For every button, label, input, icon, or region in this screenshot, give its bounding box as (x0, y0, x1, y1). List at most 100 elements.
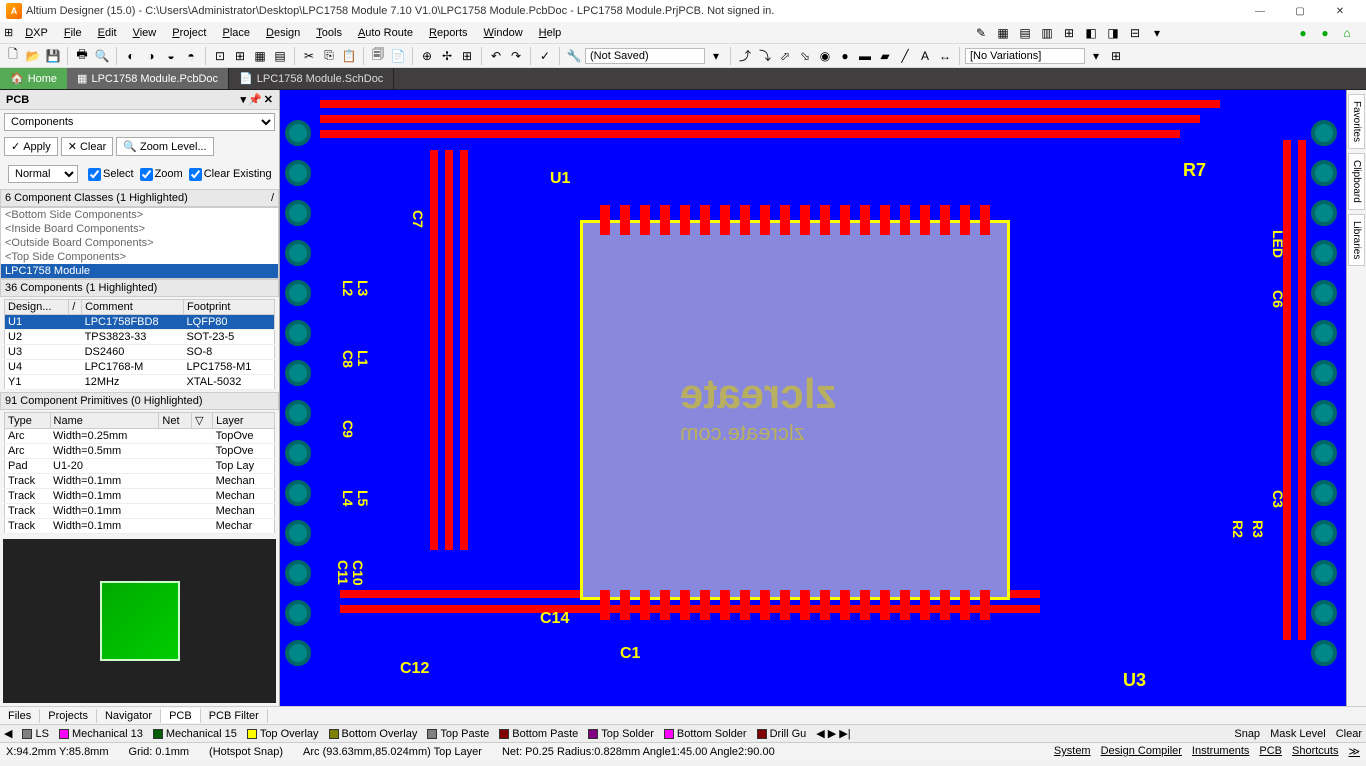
home-tab[interactable]: 🏠 Home (0, 68, 67, 89)
close-panel-icon[interactable]: ✕ (264, 93, 273, 106)
menu-tools[interactable]: Tools (308, 25, 350, 41)
layer-item[interactable]: Top Overlay (247, 728, 319, 740)
redo-icon[interactable]: ↷ (507, 47, 525, 65)
libraries-tab[interactable]: Libraries (1348, 214, 1365, 266)
select-checkbox[interactable]: Select (88, 168, 134, 181)
table-row[interactable]: TrackWidth=0.1mmMechar (5, 519, 275, 534)
pin-icon[interactable]: 📌 (248, 93, 262, 106)
layer-item[interactable]: Top Solder (588, 728, 654, 740)
tab-schdoc[interactable]: 📄 LPC1758 Module.SchDoc (229, 68, 394, 89)
menu-project[interactable]: Project (164, 25, 214, 41)
menu-window[interactable]: Window (476, 25, 531, 41)
table-row[interactable]: ArcWidth=0.5mmTopOve (5, 444, 275, 459)
status-system[interactable]: System (1054, 745, 1091, 758)
toolbar-icon[interactable]: ▥ (1038, 24, 1056, 42)
pcb-canvas[interactable]: zlcreate zlcreate.com U1 R7 C14 C1 C12 U… (280, 90, 1346, 706)
toolbar-icon[interactable]: ⊞ (458, 47, 476, 65)
toolbar-icon[interactable]: 📄 (389, 47, 407, 65)
dropdown-icon[interactable]: ▾ (1087, 47, 1105, 65)
layer-item[interactable]: Bottom Solder (664, 728, 747, 740)
tab-pcb[interactable]: PCB (161, 708, 201, 723)
clipboard-tab[interactable]: Clipboard (1348, 153, 1365, 210)
table-row[interactable]: TrackWidth=0.1mmMechan (5, 504, 275, 519)
open-icon[interactable]: 📂 (24, 47, 42, 65)
favorites-tab[interactable]: Favorites (1348, 94, 1365, 149)
components-header[interactable]: 36 Components (1 Highlighted) (0, 279, 279, 297)
variation-combo[interactable]: [No Variations] (965, 48, 1085, 64)
table-row[interactable]: U1LPC1758FBD8LQFP80 (5, 315, 275, 330)
table-row[interactable]: U2TPS3823-33SOT-23-5 (5, 330, 275, 345)
primitives-table[interactable]: TypeNameNet▽Layer ArcWidth=0.25mmTopOve … (4, 412, 275, 534)
zoom-checkbox[interactable]: Zoom (140, 168, 183, 181)
list-item[interactable]: LPC1758 Module (1, 264, 278, 278)
toolbar-icon[interactable]: ✓ (536, 47, 554, 65)
tab-pcbfilter[interactable]: PCB Filter (201, 709, 268, 723)
fwd-icon[interactable]: ● (1316, 24, 1334, 42)
toolbar-icon[interactable]: ◨ (1104, 24, 1122, 42)
dim-icon[interactable]: ↔ (936, 47, 954, 65)
table-row[interactable]: TrackWidth=0.1mmMechan (5, 489, 275, 504)
saved-combo[interactable]: (Not Saved) (585, 48, 705, 64)
route-icon[interactable]: ⬀ (776, 47, 794, 65)
toolbar-icon[interactable]: ▦ (251, 47, 269, 65)
menu-edit[interactable]: Edit (90, 25, 125, 41)
home-icon[interactable]: ⌂ (1338, 24, 1356, 42)
clear-button[interactable]: Clear (1336, 728, 1362, 740)
cut-icon[interactable]: ✂ (300, 47, 318, 65)
minimize-button[interactable]: — (1240, 0, 1280, 22)
status-more[interactable]: ≫ (1348, 745, 1360, 758)
layer-item[interactable]: Top Paste (427, 728, 489, 740)
copy-icon[interactable]: ⎘ (320, 47, 338, 65)
menu-view[interactable]: View (125, 25, 165, 41)
menu-file[interactable]: File (56, 25, 90, 41)
menu-place[interactable]: Place (214, 25, 258, 41)
menu-dxp[interactable]: DXP (17, 25, 56, 41)
mask-button[interactable]: Mask Level (1270, 728, 1326, 740)
tab-pcbdoc[interactable]: ▦ LPC1758 Module.PcbDoc (67, 68, 229, 89)
pad-icon[interactable]: ● (836, 47, 854, 65)
layer-nav[interactable]: ◀ (4, 727, 12, 740)
poly-icon[interactable]: ▰ (876, 47, 894, 65)
pin-icon[interactable]: ▾ (241, 93, 247, 106)
toolbar-icon[interactable]: ⊞ (1107, 47, 1125, 65)
back-icon[interactable]: ● (1294, 24, 1312, 42)
route-icon[interactable]: ⬂ (796, 47, 814, 65)
classes-header[interactable]: 6 Component Classes (1 Highlighted)/ (0, 189, 279, 207)
toolbar-icon[interactable]: 🗐 (369, 47, 387, 65)
toolbar-icon[interactable]: ⊕ (418, 47, 436, 65)
toolbar-icon[interactable]: ▤ (271, 47, 289, 65)
zoom-button[interactable]: 🔍 Zoom Level... (116, 137, 213, 156)
status-compiler[interactable]: Design Compiler (1101, 745, 1182, 758)
layer-item[interactable]: LS (22, 728, 48, 740)
line-icon[interactable]: ╱ (896, 47, 914, 65)
components-table[interactable]: Design.../CommentFootprint U1LPC1758FBD8… (4, 299, 275, 390)
close-button[interactable]: ✕ (1320, 0, 1360, 22)
clear-button[interactable]: ✕ Clear (61, 137, 114, 156)
toolbar-icon[interactable]: ◐ (122, 47, 140, 65)
layer-item[interactable]: Bottom Paste (499, 728, 578, 740)
toolbar-icon[interactable]: ▾ (1148, 24, 1166, 42)
clearexisting-checkbox[interactable]: Clear Existing (189, 168, 272, 181)
status-instruments[interactable]: Instruments (1192, 745, 1249, 758)
toolbar-icon[interactable]: ⊟ (1126, 24, 1144, 42)
toolbar-icon[interactable]: ◧ (1082, 24, 1100, 42)
table-row[interactable]: U3DS2460SO-8 (5, 345, 275, 360)
toolbar-icon[interactable]: ◒ (162, 47, 180, 65)
fill-icon[interactable]: ▬ (856, 47, 874, 65)
maximize-button[interactable]: ▢ (1280, 0, 1320, 22)
layer-nav[interactable]: ◀ ▶ ▶| (816, 727, 850, 740)
panel-mode-select[interactable]: Components (4, 113, 275, 131)
menu-help[interactable]: Help (531, 25, 570, 41)
table-row[interactable]: Y112MHzXTAL-5032 (5, 375, 275, 390)
normal-select[interactable]: Normal (8, 165, 78, 183)
list-item[interactable]: <Bottom Side Components> (1, 208, 278, 222)
toolbar-icon[interactable]: ✎ (972, 24, 990, 42)
zoom-fit-icon[interactable]: ⊡ (211, 47, 229, 65)
route-icon[interactable]: ⤵ (756, 47, 774, 65)
undo-icon[interactable]: ↶ (487, 47, 505, 65)
layer-item[interactable]: Mechanical 15 (153, 728, 237, 740)
layer-item[interactable]: Mechanical 13 (59, 728, 143, 740)
via-icon[interactable]: ◉ (816, 47, 834, 65)
status-pcb[interactable]: PCB (1259, 745, 1282, 758)
toolbar-icon[interactable]: ◑ (142, 47, 160, 65)
